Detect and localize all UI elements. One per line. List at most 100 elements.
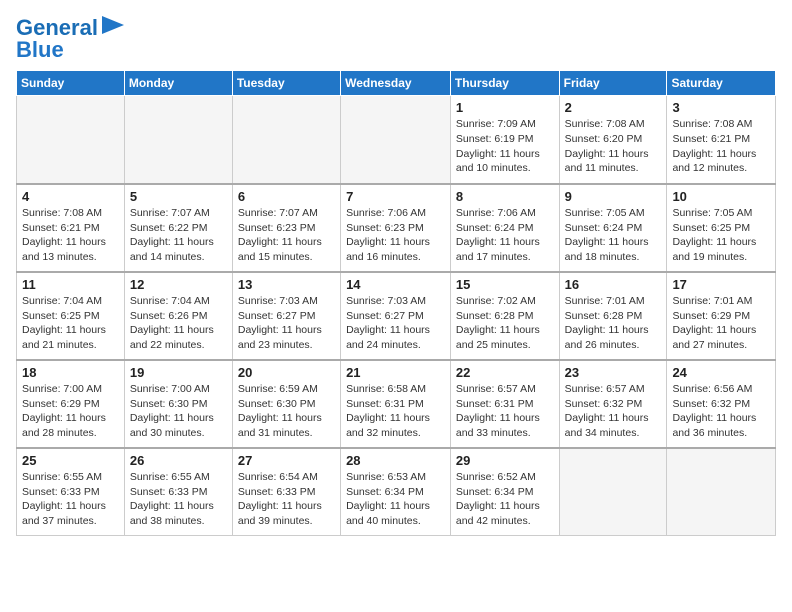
day-info: Sunrise: 7:08 AMSunset: 6:21 PMDaylight:…	[672, 117, 770, 176]
day-number: 11	[22, 277, 119, 292]
day-number: 1	[456, 100, 554, 115]
calendar-cell: 4 Sunrise: 7:08 AMSunset: 6:21 PMDaylight…	[17, 184, 125, 272]
day-info: Sunrise: 6:59 AMSunset: 6:30 PMDaylight:…	[238, 382, 335, 441]
day-info: Sunrise: 6:57 AMSunset: 6:31 PMDaylight:…	[456, 382, 554, 441]
day-info: Sunrise: 6:58 AMSunset: 6:31 PMDaylight:…	[346, 382, 445, 441]
day-number: 17	[672, 277, 770, 292]
day-info: Sunrise: 7:02 AMSunset: 6:28 PMDaylight:…	[456, 294, 554, 353]
day-number: 21	[346, 365, 445, 380]
calendar-cell: 14Sunrise: 7:03 AMSunset: 6:27 PMDayligh…	[341, 272, 451, 360]
calendar-cell: 7 Sunrise: 7:06 AMSunset: 6:23 PMDaylight…	[341, 184, 451, 272]
day-number: 29	[456, 453, 554, 468]
calendar-cell: 27 Sunrise: 6:54 AMSunset: 6:33 PMDayligh…	[232, 448, 340, 536]
day-number: 12	[130, 277, 227, 292]
logo-arrow-icon	[102, 16, 124, 34]
day-info: Sunrise: 7:06 AMSunset: 6:23 PMDaylight:…	[346, 206, 445, 265]
day-number: 13	[238, 277, 335, 292]
weekday-header-sunday: Sunday	[17, 71, 125, 96]
calendar-cell: 24Sunrise: 6:56 AMSunset: 6:32 PMDayligh…	[667, 360, 776, 448]
calendar-week-row: 18 Sunrise: 7:00 AMSunset: 6:29 PMDayligh…	[17, 360, 776, 448]
calendar-cell: 16Sunrise: 7:01 AMSunset: 6:28 PMDayligh…	[559, 272, 667, 360]
calendar-week-row: 25 Sunrise: 6:55 AMSunset: 6:33 PMDayligh…	[17, 448, 776, 536]
calendar-cell	[667, 448, 776, 536]
calendar-cell: 5 Sunrise: 7:07 AMSunset: 6:22 PMDaylight…	[124, 184, 232, 272]
calendar-cell	[559, 448, 667, 536]
calendar-cell: 19 Sunrise: 7:00 AMSunset: 6:30 PMDayligh…	[124, 360, 232, 448]
calendar-cell: 9 Sunrise: 7:05 AMSunset: 6:24 PMDaylight…	[559, 184, 667, 272]
logo: General Blue	[16, 16, 124, 62]
day-info: Sunrise: 7:03 AMSunset: 6:27 PMDaylight:…	[346, 294, 445, 353]
calendar-cell: 22Sunrise: 6:57 AMSunset: 6:31 PMDayligh…	[450, 360, 559, 448]
calendar-cell: 15Sunrise: 7:02 AMSunset: 6:28 PMDayligh…	[450, 272, 559, 360]
calendar-cell: 23 Sunrise: 6:57 AMSunset: 6:32 PMDayligh…	[559, 360, 667, 448]
day-number: 4	[22, 189, 119, 204]
day-number: 24	[672, 365, 770, 380]
calendar-cell: 2 Sunrise: 7:08 AMSunset: 6:20 PMDaylight…	[559, 96, 667, 184]
calendar-cell	[124, 96, 232, 184]
day-info: Sunrise: 7:05 AMSunset: 6:24 PMDaylight:…	[565, 206, 662, 265]
day-number: 16	[565, 277, 662, 292]
calendar-cell: 12 Sunrise: 7:04 AMSunset: 6:26 PMDayligh…	[124, 272, 232, 360]
day-number: 28	[346, 453, 445, 468]
day-info: Sunrise: 7:05 AMSunset: 6:25 PMDaylight:…	[672, 206, 770, 265]
calendar-cell	[341, 96, 451, 184]
page-header: General Blue	[16, 16, 776, 62]
calendar-cell: 21 Sunrise: 6:58 AMSunset: 6:31 PMDayligh…	[341, 360, 451, 448]
calendar-cell: 11 Sunrise: 7:04 AMSunset: 6:25 PMDayligh…	[17, 272, 125, 360]
calendar-cell	[17, 96, 125, 184]
day-info: Sunrise: 7:04 AMSunset: 6:26 PMDaylight:…	[130, 294, 227, 353]
day-info: Sunrise: 7:04 AMSunset: 6:25 PMDaylight:…	[22, 294, 119, 353]
weekday-header-tuesday: Tuesday	[232, 71, 340, 96]
day-info: Sunrise: 6:57 AMSunset: 6:32 PMDaylight:…	[565, 382, 662, 441]
day-number: 18	[22, 365, 119, 380]
day-info: Sunrise: 6:53 AMSunset: 6:34 PMDaylight:…	[346, 470, 445, 529]
day-number: 23	[565, 365, 662, 380]
weekday-header-thursday: Thursday	[450, 71, 559, 96]
weekday-header-row: SundayMondayTuesdayWednesdayThursdayFrid…	[17, 71, 776, 96]
day-number: 27	[238, 453, 335, 468]
day-number: 10	[672, 189, 770, 204]
calendar-cell: 8 Sunrise: 7:06 AMSunset: 6:24 PMDaylight…	[450, 184, 559, 272]
day-number: 8	[456, 189, 554, 204]
day-info: Sunrise: 7:01 AMSunset: 6:29 PMDaylight:…	[672, 294, 770, 353]
day-info: Sunrise: 7:08 AMSunset: 6:20 PMDaylight:…	[565, 117, 662, 176]
day-number: 19	[130, 365, 227, 380]
calendar-body: 1Sunrise: 7:09 AMSunset: 6:19 PMDaylight…	[17, 96, 776, 536]
weekday-header-monday: Monday	[124, 71, 232, 96]
day-number: 20	[238, 365, 335, 380]
day-info: Sunrise: 6:55 AMSunset: 6:33 PMDaylight:…	[22, 470, 119, 529]
day-number: 26	[130, 453, 227, 468]
calendar-cell: 6Sunrise: 7:07 AMSunset: 6:23 PMDaylight…	[232, 184, 340, 272]
calendar-cell: 29Sunrise: 6:52 AMSunset: 6:34 PMDayligh…	[450, 448, 559, 536]
day-number: 3	[672, 100, 770, 115]
calendar-cell: 28 Sunrise: 6:53 AMSunset: 6:34 PMDayligh…	[341, 448, 451, 536]
day-info: Sunrise: 6:55 AMSunset: 6:33 PMDaylight:…	[130, 470, 227, 529]
calendar-cell: 26 Sunrise: 6:55 AMSunset: 6:33 PMDayligh…	[124, 448, 232, 536]
day-number: 25	[22, 453, 119, 468]
calendar-week-row: 11 Sunrise: 7:04 AMSunset: 6:25 PMDayligh…	[17, 272, 776, 360]
day-number: 5	[130, 189, 227, 204]
day-info: Sunrise: 6:54 AMSunset: 6:33 PMDaylight:…	[238, 470, 335, 529]
calendar-cell: 17 Sunrise: 7:01 AMSunset: 6:29 PMDayligh…	[667, 272, 776, 360]
calendar-cell: 18 Sunrise: 7:00 AMSunset: 6:29 PMDayligh…	[17, 360, 125, 448]
weekday-header-friday: Friday	[559, 71, 667, 96]
day-number: 2	[565, 100, 662, 115]
calendar-week-row: 1Sunrise: 7:09 AMSunset: 6:19 PMDaylight…	[17, 96, 776, 184]
logo-blue-text: Blue	[16, 37, 64, 62]
calendar-cell: 3 Sunrise: 7:08 AMSunset: 6:21 PMDaylight…	[667, 96, 776, 184]
calendar-cell: 13 Sunrise: 7:03 AMSunset: 6:27 PMDayligh…	[232, 272, 340, 360]
day-info: Sunrise: 7:07 AMSunset: 6:22 PMDaylight:…	[130, 206, 227, 265]
calendar-table: SundayMondayTuesdayWednesdayThursdayFrid…	[16, 70, 776, 536]
day-info: Sunrise: 7:00 AMSunset: 6:30 PMDaylight:…	[130, 382, 227, 441]
calendar-cell	[232, 96, 340, 184]
day-info: Sunrise: 7:07 AMSunset: 6:23 PMDaylight:…	[238, 206, 335, 265]
day-info: Sunrise: 7:00 AMSunset: 6:29 PMDaylight:…	[22, 382, 119, 441]
weekday-header-wednesday: Wednesday	[341, 71, 451, 96]
calendar-cell: 20 Sunrise: 6:59 AMSunset: 6:30 PMDayligh…	[232, 360, 340, 448]
calendar-cell: 10 Sunrise: 7:05 AMSunset: 6:25 PMDayligh…	[667, 184, 776, 272]
day-info: Sunrise: 7:06 AMSunset: 6:24 PMDaylight:…	[456, 206, 554, 265]
day-info: Sunrise: 7:08 AMSunset: 6:21 PMDaylight:…	[22, 206, 119, 265]
day-number: 7	[346, 189, 445, 204]
day-number: 9	[565, 189, 662, 204]
day-info: Sunrise: 7:03 AMSunset: 6:27 PMDaylight:…	[238, 294, 335, 353]
